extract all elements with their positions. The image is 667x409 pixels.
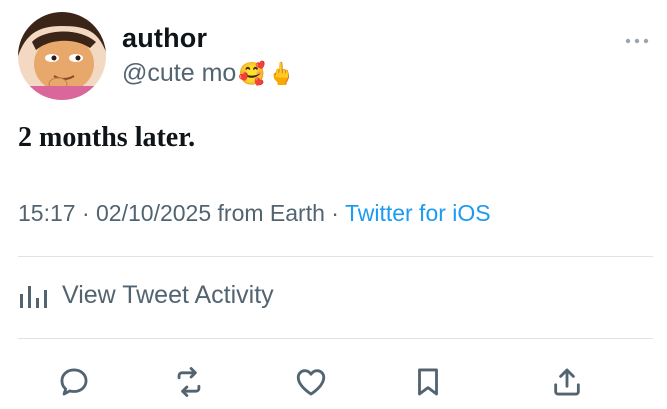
tweet-location: from Earth — [217, 200, 325, 226]
like-button[interactable] — [289, 360, 333, 404]
bar-chart-icon — [20, 286, 47, 308]
divider — [18, 338, 653, 339]
meta-separator: · — [331, 200, 345, 226]
tweet-metadata: 15:17 · 02/10/2025 from Earth · Twitter … — [18, 200, 491, 227]
meta-separator: · — [81, 200, 97, 226]
share-button[interactable] — [545, 360, 589, 404]
heart-icon — [296, 369, 326, 396]
tweet-client-link[interactable]: Twitter for iOS — [345, 200, 491, 226]
divider — [18, 256, 653, 257]
more-icon[interactable] — [624, 32, 650, 50]
avatar[interactable] — [18, 12, 106, 100]
tweet-actions-bar — [0, 360, 667, 406]
tweet-date: 02/10/2025 — [96, 200, 212, 226]
author-name[interactable]: author — [122, 23, 207, 54]
reply-button[interactable] — [52, 360, 96, 404]
retweet-icon — [177, 367, 201, 397]
share-icon — [554, 368, 580, 396]
handle-text: @cute mo — [122, 59, 237, 87]
bookmark-icon — [418, 368, 438, 396]
author-handle[interactable]: @cute mo 🥰 🖕 — [122, 59, 295, 88]
bookmark-button[interactable] — [406, 360, 450, 404]
view-tweet-activity-button[interactable]: View Tweet Activity — [18, 280, 274, 310]
tweet-time: 15:17 — [18, 200, 76, 226]
reply-icon — [60, 368, 88, 396]
middle-finger-emoji: 🖕 — [267, 60, 296, 86]
retweet-button[interactable] — [167, 360, 211, 404]
view-tweet-activity-label: View Tweet Activity — [62, 280, 274, 309]
smiling-hearts-emoji: 🥰 — [238, 60, 266, 86]
tweet-text: 2 months later. — [18, 122, 196, 153]
